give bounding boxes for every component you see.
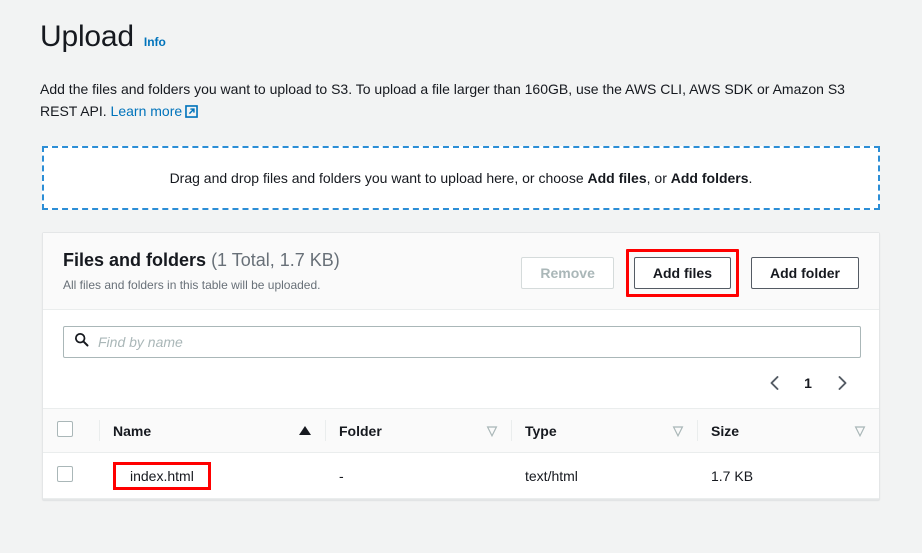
row-name-cell: index.html [99,452,325,499]
pagination-next-button[interactable] [827,368,857,398]
sort-none-icon: ▽ [673,423,683,438]
remove-button[interactable]: Remove [521,257,614,289]
column-header-size[interactable]: Size ▽ [697,409,879,453]
column-divider [697,420,698,441]
column-header-folder-label: Folder [339,422,382,439]
learn-more-label: Learn more [110,103,183,119]
files-table-header-row: Name Folder ▽ Type ▽ Size ▽ [43,408,879,453]
column-header-name-label: Name [113,422,152,439]
select-all-header [43,409,99,453]
add-folder-button[interactable]: Add folder [751,257,859,289]
column-divider [99,420,100,441]
column-header-size-label: Size [711,422,740,439]
column-header-name[interactable]: Name [99,409,325,453]
card-actions: Remove Add files Add folder [521,247,859,297]
files-table-head: Name Folder ▽ Type ▽ Size ▽ [43,408,879,453]
file-name-value: index.html [130,467,194,484]
external-link-icon [185,102,198,124]
dropzone-text: Drag and drop files and folders you want… [170,170,753,186]
page-description: Add the files and folders you want to up… [40,78,880,124]
info-link[interactable]: Info [144,35,166,49]
dropzone-text-part3: . [748,170,753,186]
dropzone-bold-add-folders: Add folders [670,170,749,186]
sort-none-icon: ▽ [487,423,497,438]
row-select-checkbox[interactable] [57,466,73,482]
pagination-prev-button[interactable] [759,368,789,398]
search-icon [74,332,89,352]
files-table: Name Folder ▽ Type ▽ Size ▽ index.html -… [43,408,879,499]
card-heading: Files and folders (1 Total, 1.7 KB) [63,249,340,271]
file-name-highlight-box: index.html [113,461,211,490]
page-header: Upload Info [0,0,922,56]
pagination: 1 [43,358,879,408]
column-header-name-inner[interactable]: Name [113,423,311,439]
card-header: Files and folders (1 Total, 1.7 KB) All … [43,233,879,310]
learn-more-link[interactable]: Learn more [111,103,199,119]
search-input[interactable] [64,327,860,357]
dropzone-text-part1: Drag and drop files and folders you want… [169,170,588,186]
column-header-type[interactable]: Type ▽ [511,409,697,453]
sort-ascending-icon [299,426,311,435]
column-header-type-label: Type [525,422,557,439]
column-header-type-inner[interactable]: Type ▽ [525,423,683,439]
search-box[interactable] [63,326,861,358]
sort-none-icon: ▽ [855,423,865,438]
column-divider [325,420,326,441]
pagination-page-1[interactable]: 1 [793,368,823,398]
add-files-highlight-box: Add files [625,249,739,297]
files-table-body: index.html - text/html 1.7 KB [43,452,879,499]
card-heading-wrap: Files and folders (1 Total, 1.7 KB) All … [63,247,340,293]
column-header-size-inner[interactable]: Size ▽ [711,423,865,439]
table-row: index.html - text/html 1.7 KB [43,452,879,499]
row-size-cell: 1.7 KB [697,452,879,499]
select-all-checkbox[interactable] [57,421,73,437]
column-header-folder[interactable]: Folder ▽ [325,409,511,453]
page-title: Upload [40,20,134,53]
card-subheading: All files and folders in this table will… [63,278,321,292]
files-and-folders-card: Files and folders (1 Total, 1.7 KB) All … [42,232,880,500]
filter-row [43,310,879,358]
dropzone[interactable]: Drag and drop files and folders you want… [42,146,880,210]
row-select-cell [43,452,99,499]
dropzone-bold-add-files: Add files [587,170,647,186]
card-heading-text: Files and folders [63,250,207,270]
card-heading-count: (1 Total, 1.7 KB) [211,250,340,270]
add-files-button[interactable]: Add files [633,257,731,289]
column-divider [511,420,512,441]
column-header-folder-inner[interactable]: Folder ▽ [339,423,497,439]
dropzone-text-part2: , or [646,170,671,186]
row-folder-cell: - [325,452,511,499]
upload-page: Upload Info Add the files and folders yo… [0,0,922,553]
row-type-cell: text/html [511,452,697,499]
